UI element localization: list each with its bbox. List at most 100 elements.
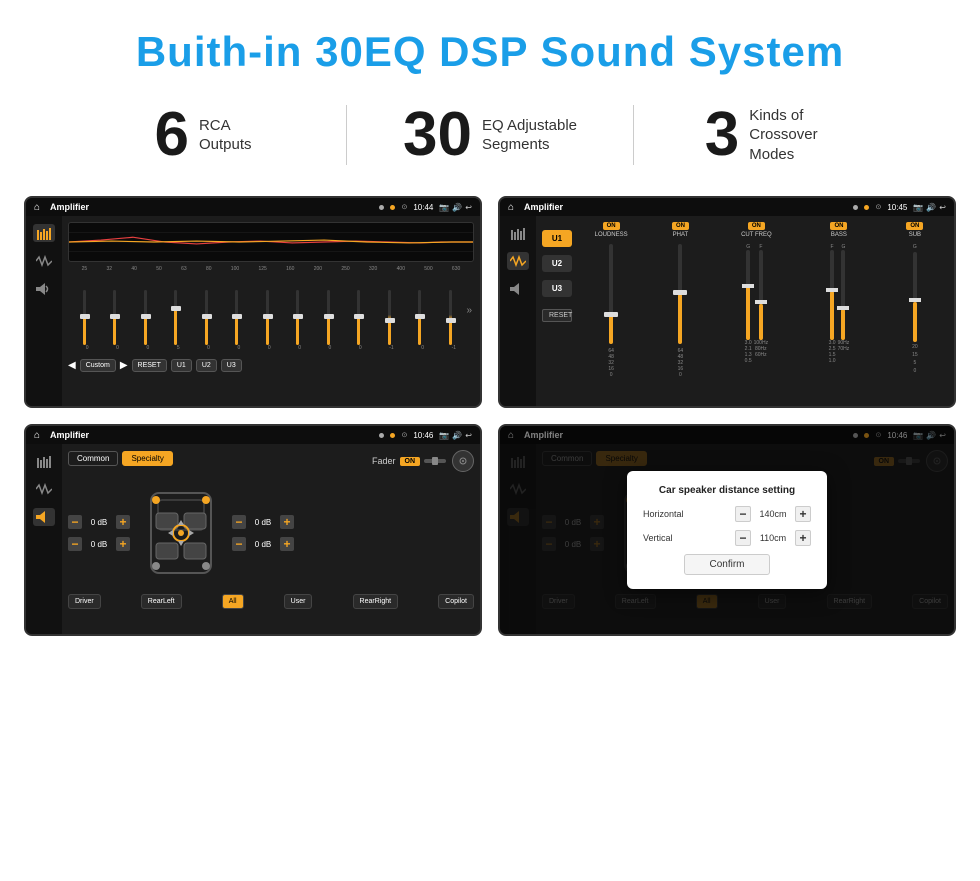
expand-icon[interactable]: » [467,305,473,316]
eq-slider-10 [375,290,404,345]
bass-label: BASS [831,232,847,238]
stat-crossover-text: Kinds of Crossover Modes [749,106,849,165]
eq-slider-0 [70,290,99,345]
eq-slider-2 [131,290,160,345]
rear-left-btn[interactable]: RearLeft [141,594,182,609]
vertical-plus[interactable]: + [795,530,811,546]
home-icon[interactable]: ⌂ [34,202,40,213]
xover-back-icon[interactable]: ↩ [939,203,946,212]
fader-sidebar-eq[interactable] [33,452,55,470]
phat-on[interactable]: ON [672,222,689,230]
phat-slider[interactable] [678,244,682,344]
eq-u1-btn[interactable]: U1 [171,359,192,372]
eq-slider-3 [162,290,191,345]
front-right-control: − 0 dB + [232,515,294,529]
rear-right-plus[interactable]: + [280,537,294,551]
eq-reset-btn[interactable]: RESET [132,359,167,372]
xover-sidebar-speaker[interactable] [507,280,529,298]
fader-settings-btn[interactable] [452,450,474,472]
crossover-screen-body: U1 U2 U3 RESET ON LOUDNESS [500,216,954,406]
front-right-minus[interactable]: − [232,515,246,529]
horizontal-plus[interactable]: + [795,506,811,522]
loudness-on[interactable]: ON [603,222,620,230]
copilot-btn[interactable]: Copilot [438,594,474,609]
home-icon-3[interactable]: ⌂ [34,430,40,441]
eq-slider-9 [345,290,374,345]
volume-icon: 🔊 [452,203,462,212]
screenshot-crossover: ⌂ Amplifier ⊙ 10:45 📷 🔊 ↩ [498,196,956,408]
bass-on[interactable]: ON [830,222,847,230]
reset-btn[interactable]: RESET [542,309,572,322]
eq-sidebar-wave[interactable] [33,252,55,270]
back-icon[interactable]: ↩ [465,203,472,212]
crossover-title: Amplifier [524,202,847,212]
all-btn[interactable]: All [222,594,244,609]
fader-tab-common[interactable]: Common [68,451,118,466]
rear-left-plus[interactable]: + [116,537,130,551]
bass-f-slider[interactable] [830,250,834,340]
loudness-label: LOUDNESS [595,232,628,238]
eq-freq-labels: 253240506380100125160200250320400500630 [68,266,474,272]
cutfreq-on[interactable]: ON [748,222,765,230]
eq-sidebar-equalizer[interactable] [33,224,55,242]
cutfreq-g-slider[interactable] [746,250,750,340]
front-right-plus[interactable]: + [280,515,294,529]
front-left-plus[interactable]: + [116,515,130,529]
confirm-button[interactable]: Confirm [684,554,769,575]
eq-slider-5 [223,290,252,345]
bass-control: ON BASS F 3.0 2.5 1.5 [799,222,879,400]
cutfreq-f-slider[interactable] [759,250,763,340]
right-db-controls: − 0 dB + − 0 dB + [232,515,294,551]
eq-next-btn[interactable]: ▶ [120,360,128,371]
xover-status-icons: 📷 🔊 ↩ [913,203,946,212]
bass-g-slider[interactable] [841,250,845,340]
dialog-title: Car speaker distance setting [643,485,811,496]
fader-sidebar-speaker[interactable] [33,508,55,526]
fader-vol-icon: 🔊 [452,431,462,440]
eq-sidebar [26,216,62,406]
horizontal-minus[interactable]: − [735,506,751,522]
u1-btn[interactable]: U1 [542,230,572,247]
xover-sidebar-wave[interactable] [507,252,529,270]
rear-left-minus[interactable]: − [68,537,82,551]
xover-sidebar-eq[interactable] [507,224,529,242]
stat-rca-text: RCA Outputs [199,116,252,155]
fader-back-icon[interactable]: ↩ [465,431,472,440]
sub-on[interactable]: ON [906,222,923,230]
vertical-minus[interactable]: − [735,530,751,546]
crossover-content: U1 U2 U3 RESET ON LOUDNESS [536,216,954,406]
u2-btn[interactable]: U2 [542,255,572,272]
crossover-time: 10:45 [887,203,907,212]
eq-sliders: » [68,275,474,345]
eq-prev-btn[interactable]: ◀ [68,360,76,371]
eq-slider-7 [284,290,313,345]
eq-sidebar-speaker[interactable] [33,280,55,298]
eq-u2-btn[interactable]: U2 [196,359,217,372]
rear-right-btn[interactable]: RearRight [353,594,399,609]
u3-btn[interactable]: U3 [542,280,572,297]
fader-on-toggle[interactable]: ON [400,457,421,466]
crossover-sidebar [500,216,536,406]
rear-right-minus[interactable]: − [232,537,246,551]
stat-eq-text: EQ Adjustable Segments [482,116,577,155]
fader-sidebar [26,444,62,634]
eq-content: 253240506380100125160200250320400500630 [62,216,480,406]
driver-btn[interactable]: Driver [68,594,101,609]
sub-slider[interactable] [913,252,917,342]
eq-custom-btn[interactable]: Custom [80,359,116,372]
eq-screen-body: 253240506380100125160200250320400500630 [26,216,480,406]
loudness-slider[interactable] [609,244,613,344]
fader-tab-specialty[interactable]: Specialty [122,451,172,466]
eq-time: 10:44 [413,203,433,212]
user-btn[interactable]: User [284,594,313,609]
front-left-db: 0 dB [85,518,113,527]
front-left-minus[interactable]: − [68,515,82,529]
location-icon-2: ⊙ [875,203,881,211]
eq-slider-8 [314,290,343,345]
fader-dot-2 [390,433,395,438]
fader-sidebar-wave[interactable] [33,480,55,498]
horizontal-row: Horizontal − 140cm + [643,506,811,522]
home-icon-2[interactable]: ⌂ [508,202,514,213]
fader-label: Fader [372,456,396,466]
eq-u3-btn[interactable]: U3 [221,359,242,372]
